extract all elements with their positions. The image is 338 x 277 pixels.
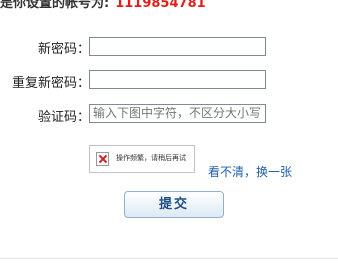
account-info-text: 是你设置的帐号为: xyxy=(0,0,110,10)
new-password-label: 新密码： xyxy=(38,42,91,57)
refresh-captcha-link[interactable]: 看不清，换一张 xyxy=(208,163,292,180)
bottom-divider xyxy=(0,258,338,259)
account-info-strip: 是你设置的帐号为: 1119854781 xyxy=(0,0,338,10)
repeat-password-label: 重复新密码： xyxy=(12,76,91,91)
repeat-password-field[interactable] xyxy=(89,70,266,89)
submit-button[interactable]: 提交 xyxy=(124,191,224,218)
captcha-input[interactable] xyxy=(89,104,266,123)
captcha-image[interactable]: 操作频繁，请稍后再试 xyxy=(89,145,195,173)
broken-image-icon xyxy=(96,152,109,166)
captcha-label: 验证码： xyxy=(38,110,91,125)
change-password-panel: 是你设置的帐号为: 1119854781 新密码： 重复新密码： 验证码： 操作频… xyxy=(0,0,338,277)
captcha-image-alt-text: 操作频繁，请稍后再试 xyxy=(116,154,186,162)
new-password-field[interactable] xyxy=(89,37,266,56)
account-number: 1119854781 xyxy=(115,0,206,10)
